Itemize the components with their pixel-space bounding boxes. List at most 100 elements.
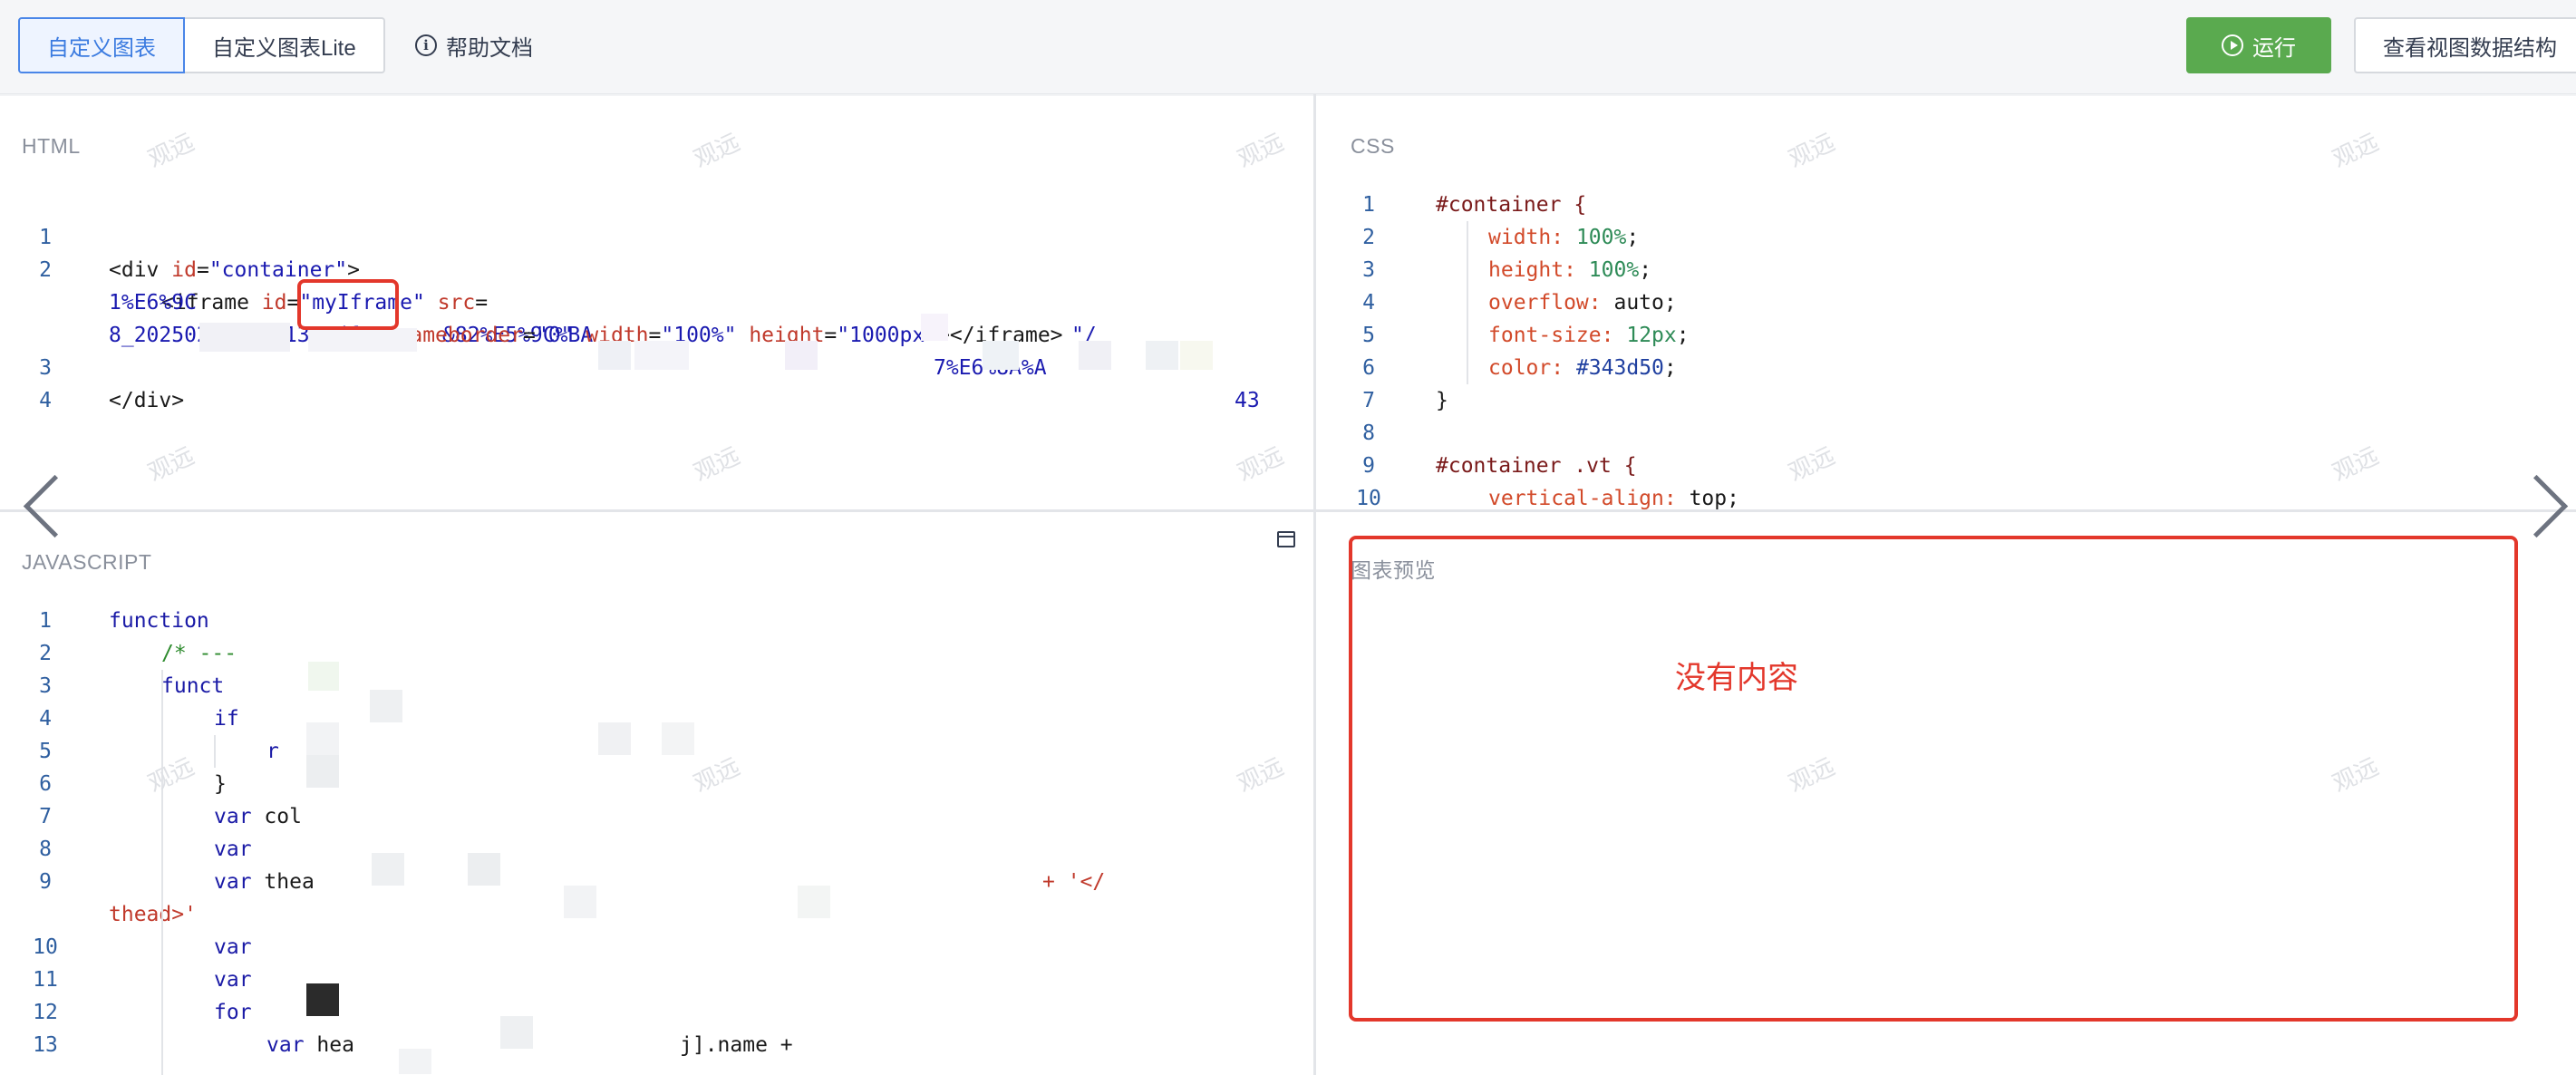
- code-line: 7}: [1316, 384, 2576, 417]
- code-line: 1 function: [0, 605, 1313, 637]
- line-number: 9: [1362, 454, 1375, 478]
- code-text: #container {: [1436, 193, 1587, 217]
- indent-guide: [1467, 221, 1468, 384]
- html-editor-panel[interactable]: HTML 1 <div id="container"> 2 <iframe id…: [0, 96, 1313, 509]
- info-circle-icon: i: [415, 34, 437, 56]
- line-number: 2: [1362, 226, 1375, 249]
- code-line: 5 font-size: 12px;: [1316, 319, 2576, 352]
- code-line: 3 funct: [0, 670, 1313, 702]
- line-number: 11: [33, 968, 58, 992]
- code-text: }: [1436, 389, 1448, 412]
- watermark: 观远: [2328, 128, 2383, 173]
- watermark: 观远: [689, 441, 744, 487]
- code-line: 8: [1316, 417, 2576, 450]
- line-number: 8: [39, 838, 52, 861]
- redaction-mosaic: [598, 722, 631, 755]
- code-text: color: #343d50;: [1488, 356, 1677, 380]
- redaction-mosaic: [785, 341, 818, 370]
- watermark: 观远: [1784, 128, 1839, 173]
- code-line: 3 height: 100%;: [1316, 254, 2576, 286]
- window-maximize-icon[interactable]: [1277, 531, 1295, 547]
- redaction-mosaic: [308, 328, 417, 352]
- redaction-mosaic: [306, 983, 339, 1016]
- line-number: 4: [1362, 291, 1375, 315]
- html-panel-title: HTML: [22, 134, 81, 158]
- line-number: 10: [33, 935, 58, 959]
- code-text: </div>: [109, 389, 185, 412]
- tab-custom-chart[interactable]: 自定义图表: [18, 17, 185, 73]
- watermark: 观远: [1233, 128, 1288, 173]
- line-number: 1: [39, 609, 52, 633]
- code-text: var thea: [214, 870, 315, 894]
- line-number: 10: [1356, 487, 1381, 509]
- code-line: 2 width: 100%;: [1316, 221, 2576, 254]
- line-number: 5: [1362, 324, 1375, 347]
- redaction-mosaic: [798, 886, 830, 918]
- code-line-wrap: 1%E6%9C &82%E5%9C%BA 7%E6%8A%A 43: [0, 254, 1313, 412]
- redaction-mosaic: [662, 722, 694, 755]
- indent-guide: [161, 670, 163, 1075]
- code-text: width: 100%;: [1488, 226, 1640, 249]
- code-line: 1 <div id="container">: [0, 189, 1313, 282]
- css-code-editor[interactable]: 1 #container { 2 width: 100%; 3 height: 100…: [1316, 189, 2576, 509]
- redaction-mosaic: [1180, 341, 1213, 370]
- help-docs-link[interactable]: i 帮助文档: [415, 17, 533, 73]
- code-line: 5r: [0, 735, 1313, 768]
- code-line: 2 <iframe id="myIframe" src= "/: [0, 221, 1313, 347]
- tab-custom-chart-lite[interactable]: 自定义图表Lite: [185, 17, 385, 73]
- line-number: 1: [1362, 193, 1375, 217]
- redaction-mosaic: [1079, 341, 1111, 370]
- redaction-mosaic: [598, 341, 631, 370]
- line-number: 2: [39, 642, 52, 665]
- play-circle-icon: [2222, 34, 2243, 56]
- code-line: 6}: [0, 768, 1313, 800]
- chevron-right-icon[interactable]: [2527, 468, 2563, 540]
- redaction-mosaic: [308, 662, 339, 691]
- toolbar: 自定义图表 自定义图表Lite i 帮助文档 运行 查看视图数据结构: [0, 0, 2576, 94]
- code-line: 12 for: [0, 996, 1313, 1029]
- line-number: 4: [39, 389, 52, 412]
- vertical-splitter[interactable]: [1313, 94, 1316, 1075]
- line-number: 5: [39, 740, 52, 763]
- code-text: var: [214, 968, 252, 992]
- code-line: 9 #container .vt {: [1316, 450, 2576, 482]
- horizontal-splitter[interactable]: [0, 509, 2576, 512]
- code-text: var col: [214, 805, 302, 828]
- line-number: 7: [1362, 389, 1375, 412]
- redaction-mosaic: [500, 1016, 533, 1049]
- code-line: 2 /* ---: [0, 637, 1313, 670]
- watermark: 观远: [1233, 441, 1288, 487]
- javascript-editor-panel[interactable]: JAVASCRIPT 1 function 2/* --- 3 funct 4 if …: [0, 512, 1313, 1075]
- code-line: 11 var: [0, 964, 1313, 996]
- redaction-mosaic: [372, 853, 404, 886]
- redaction-mosaic: [306, 755, 339, 788]
- code-text: thead>': [109, 903, 197, 926]
- redaction-mosaic: [306, 722, 339, 755]
- css-editor-panel[interactable]: CSS 1 #container { 2 width: 100%; 3 height:…: [1316, 96, 2576, 509]
- code-text: function: [109, 609, 209, 633]
- line-number: 3: [39, 674, 52, 698]
- code-line: 4 if: [0, 702, 1313, 735]
- line-number: 6: [39, 772, 52, 796]
- run-button-label: 运行: [2252, 35, 2296, 61]
- code-text: r: [266, 740, 279, 763]
- run-button[interactable]: 运行: [2186, 17, 2331, 73]
- code-text-fragment: j].name +: [680, 1033, 793, 1057]
- view-data-structure-button[interactable]: 查看视图数据结构: [2354, 17, 2576, 73]
- chart-mode-tabs: 自定义图表 自定义图表Lite: [18, 17, 385, 73]
- chevron-left-icon[interactable]: [22, 468, 58, 540]
- code-text: overflow: auto;: [1488, 291, 1677, 315]
- code-text: #container .vt {: [1436, 454, 1637, 478]
- javascript-code-editor[interactable]: 1 function 2/* --- 3 funct 4 if 5r 6} 7 var …: [0, 605, 1313, 1061]
- css-panel-title: CSS: [1351, 134, 1395, 158]
- code-line: 4 overflow: auto;: [1316, 286, 2576, 319]
- code-text: var hea: [266, 1033, 354, 1057]
- code-text: height: 100%;: [1488, 258, 1652, 282]
- line-number: 8: [1362, 421, 1375, 445]
- code-line: 1 #container {: [1316, 189, 2576, 221]
- line-number: 12: [33, 1001, 58, 1024]
- line-number: 4: [39, 707, 52, 731]
- redaction-mosaic: [468, 853, 500, 886]
- chart-preview-panel: 图表预览 没有内容 观远 观远: [1316, 512, 2576, 1075]
- redaction-mosaic: [399, 1049, 431, 1074]
